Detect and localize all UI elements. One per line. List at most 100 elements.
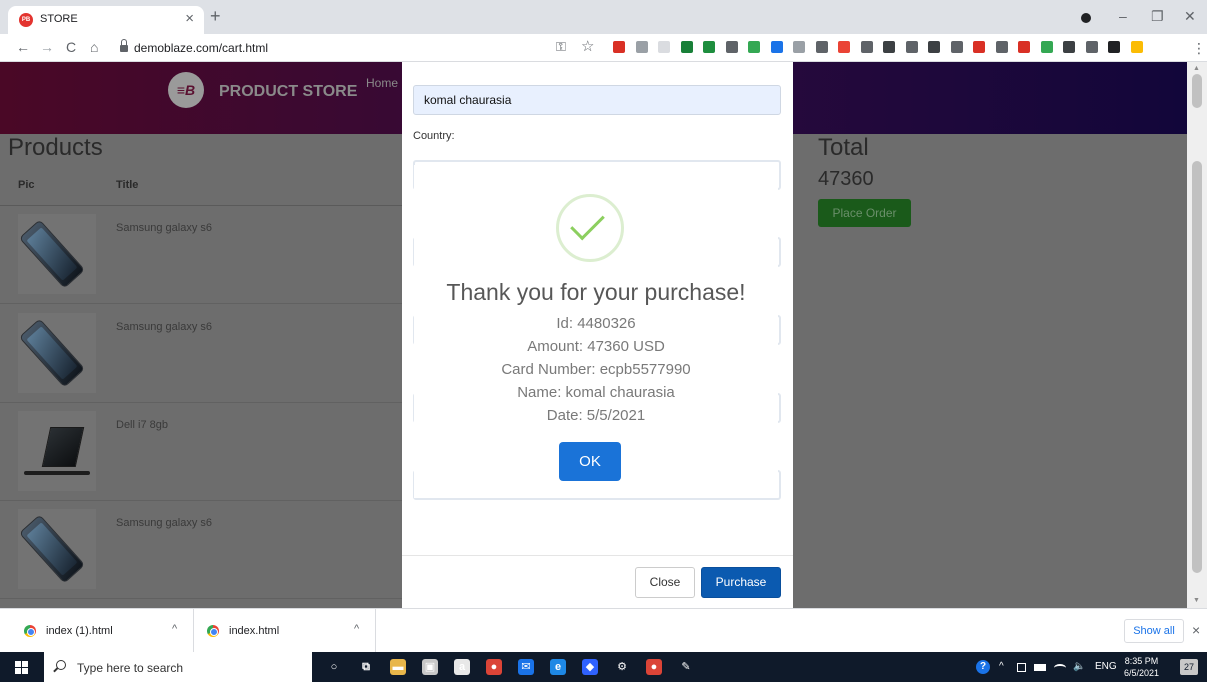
scroll-thumb[interactable] bbox=[1192, 161, 1202, 573]
chrome-2-icon[interactable]: ● bbox=[646, 659, 662, 675]
search-icon bbox=[56, 660, 66, 670]
tray-chevron-icon[interactable]: ^ bbox=[999, 660, 1004, 674]
nav-home-link[interactable]: Home bbox=[366, 76, 398, 90]
download-bar: index (1).html ^ index.html ^ Show all × bbox=[0, 608, 1207, 653]
extension-icon[interactable] bbox=[860, 41, 873, 53]
show-all-button[interactable]: Show all bbox=[1124, 619, 1184, 643]
browser-menu-icon[interactable]: ⋮ bbox=[1192, 40, 1206, 56]
extension-icon[interactable] bbox=[928, 41, 940, 53]
clock-date: 6/5/2021 bbox=[1124, 668, 1160, 678]
password-key-icon[interactable]: ⚿ bbox=[556, 39, 566, 55]
taskbar-search-box[interactable]: Type here to search bbox=[44, 652, 312, 682]
browser-tab-store[interactable]: PB STORE × bbox=[8, 6, 204, 34]
extension-icon[interactable] bbox=[613, 41, 625, 53]
extension-icon[interactable] bbox=[703, 41, 715, 53]
forward-button[interactable]: → bbox=[40, 39, 54, 55]
close-button[interactable]: Close bbox=[635, 567, 695, 598]
amazon-icon[interactable]: a bbox=[454, 659, 470, 675]
tab-close-icon[interactable]: × bbox=[185, 10, 194, 28]
scroll-thumb-top[interactable] bbox=[1192, 74, 1202, 108]
wifi-icon[interactable] bbox=[1054, 664, 1066, 672]
product-image bbox=[18, 509, 96, 589]
extension-icon[interactable] bbox=[950, 41, 963, 53]
extension-icon[interactable] bbox=[838, 41, 850, 53]
settings-icon[interactable]: ⚙ bbox=[614, 659, 630, 675]
order-card-number: Card Number: ecpb5577990 bbox=[501, 361, 691, 378]
extension-icon[interactable] bbox=[815, 41, 828, 53]
profile-icon[interactable] bbox=[1081, 13, 1091, 23]
extension-icon[interactable] bbox=[770, 41, 783, 53]
address-bar[interactable]: demoblaze.com/cart.html bbox=[112, 37, 552, 59]
taskbar-clock[interactable]: 8:35 PM 6/5/2021 bbox=[1124, 655, 1159, 679]
phone-icon bbox=[18, 318, 86, 388]
notification-center-icon[interactable]: 27 bbox=[1180, 659, 1198, 675]
extension-icon[interactable] bbox=[1130, 41, 1143, 53]
paint-icon[interactable]: ✎ bbox=[678, 659, 694, 675]
close-window-button[interactable]: ✕ bbox=[1184, 8, 1196, 24]
phone-icon bbox=[18, 514, 86, 584]
reload-button[interactable]: C bbox=[66, 39, 76, 55]
battery-icon[interactable] bbox=[1034, 664, 1046, 671]
download-item[interactable]: index.html ^ bbox=[194, 609, 376, 653]
edge-icon[interactable]: e bbox=[550, 659, 566, 675]
back-button[interactable]: ← bbox=[16, 39, 30, 55]
scroll-up-icon[interactable]: ▲ bbox=[1193, 65, 1200, 73]
help-icon[interactable]: ? bbox=[976, 660, 990, 674]
extension-icon[interactable] bbox=[1040, 41, 1053, 53]
bookmark-star-icon[interactable]: ☆ bbox=[581, 39, 594, 55]
modal-footer-divider bbox=[402, 555, 793, 556]
cortana-icon[interactable]: ○ bbox=[326, 659, 342, 675]
extension-icon[interactable] bbox=[725, 41, 738, 53]
extension-icon[interactable] bbox=[905, 41, 918, 53]
extension-icon[interactable] bbox=[680, 41, 693, 53]
home-button[interactable]: ⌂ bbox=[90, 39, 98, 55]
table-row: Dell i7 8gb bbox=[0, 403, 402, 501]
language-indicator[interactable]: ENG bbox=[1095, 660, 1117, 674]
name-input[interactable]: komal chaurasia bbox=[413, 85, 781, 115]
windows-start-icon[interactable] bbox=[15, 661, 28, 674]
clock-time: 8:35 PM bbox=[1124, 656, 1159, 666]
close-download-bar-icon[interactable]: × bbox=[1192, 622, 1200, 638]
file-explorer-icon[interactable]: ▬ bbox=[390, 659, 406, 675]
column-header-title: Title bbox=[116, 179, 139, 191]
task-view-icon[interactable]: ⧉ bbox=[358, 659, 374, 675]
lock-icon bbox=[120, 39, 128, 52]
ok-button[interactable]: OK bbox=[559, 442, 621, 481]
brand-logo-icon[interactable]: ≡B bbox=[168, 72, 204, 108]
chevron-up-icon[interactable]: ^ bbox=[172, 623, 177, 635]
url-text: demoblaze.com/cart.html bbox=[134, 41, 269, 55]
extension-icon[interactable] bbox=[1018, 41, 1030, 53]
extension-icon[interactable] bbox=[748, 41, 760, 53]
maximize-button[interactable]: ❐ bbox=[1151, 8, 1164, 24]
place-order-button[interactable]: Place Order bbox=[818, 199, 911, 227]
product-image bbox=[18, 411, 96, 491]
total-value: 47360 bbox=[818, 168, 874, 190]
table-row: Samsung galaxy s6 bbox=[0, 501, 402, 599]
products-heading: Products bbox=[8, 134, 103, 161]
store-icon[interactable]: ▣ bbox=[422, 659, 438, 675]
dropbox-icon[interactable]: ◆ bbox=[582, 659, 598, 675]
chrome-icon[interactable]: ● bbox=[486, 659, 502, 675]
chevron-up-icon[interactable]: ^ bbox=[354, 623, 359, 635]
extension-icon[interactable] bbox=[973, 41, 985, 53]
extension-icon[interactable] bbox=[658, 41, 670, 53]
extension-icon[interactable] bbox=[1063, 41, 1075, 53]
extension-icon[interactable] bbox=[635, 41, 648, 53]
volume-icon[interactable]: 🔈 bbox=[1073, 660, 1085, 674]
browser-tab-bar: PB STORE × + – ❐ ✕ bbox=[0, 0, 1207, 34]
minimize-button[interactable]: – bbox=[1119, 8, 1127, 24]
new-tab-button[interactable]: + bbox=[210, 7, 221, 25]
download-item[interactable]: index (1).html ^ bbox=[0, 609, 194, 653]
extension-icon[interactable] bbox=[1085, 41, 1098, 53]
network-icon[interactable] bbox=[1017, 663, 1026, 672]
purchase-button[interactable]: Purchase bbox=[701, 567, 781, 598]
extension-icon[interactable] bbox=[1108, 41, 1120, 53]
brand-name[interactable]: PRODUCT STORE bbox=[219, 83, 357, 101]
mail-icon[interactable]: ✉ bbox=[518, 659, 534, 675]
extension-icon[interactable] bbox=[995, 41, 1008, 53]
page-scrollbar[interactable]: ▲ ▼ bbox=[1187, 62, 1207, 608]
alert-title: Thank you for your purchase! bbox=[446, 279, 746, 305]
extension-icon[interactable] bbox=[793, 41, 805, 53]
extension-icon[interactable] bbox=[883, 41, 895, 53]
scroll-down-icon[interactable]: ▼ bbox=[1193, 597, 1200, 605]
